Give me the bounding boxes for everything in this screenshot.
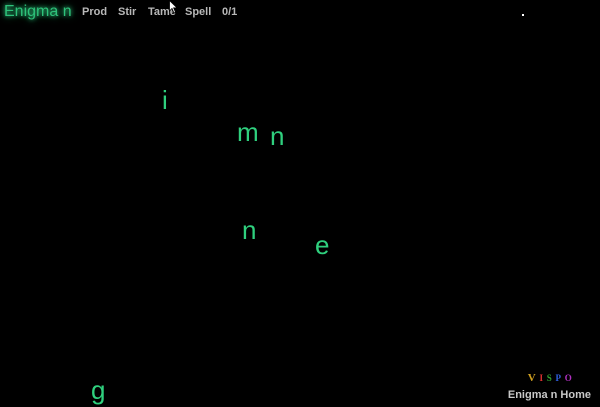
floating-letter-m[interactable]: m bbox=[237, 119, 259, 145]
menu-spell[interactable]: Spell bbox=[185, 6, 211, 18]
floating-letter-n[interactable]: n bbox=[242, 217, 256, 243]
vispo-logo: V I S P O bbox=[510, 372, 590, 384]
vispo-logo-letter: V bbox=[527, 372, 537, 384]
game-logo: Enigma n bbox=[4, 3, 72, 20]
floating-letter-g[interactable]: g bbox=[91, 377, 105, 403]
floating-letter-i[interactable]: i bbox=[162, 87, 168, 113]
vispo-logo-letter: O bbox=[564, 373, 573, 383]
star-dot bbox=[522, 14, 524, 16]
game-stage[interactable]: Enigma n Prod Stir Tame Spell 0/1 i m n … bbox=[0, 0, 600, 407]
progress-counter: 0/1 bbox=[222, 6, 238, 18]
mouse-cursor-icon bbox=[169, 0, 178, 14]
floating-letter-e[interactable]: e bbox=[315, 232, 329, 258]
vispo-logo-letter: P bbox=[555, 373, 562, 383]
menu-prod[interactable]: Prod bbox=[82, 6, 107, 18]
home-link[interactable]: Enigma n Home bbox=[508, 389, 591, 401]
floating-letter-n[interactable]: n bbox=[270, 123, 284, 149]
vispo-logo-letter: S bbox=[546, 373, 553, 383]
menu-stir[interactable]: Stir bbox=[118, 6, 136, 18]
vispo-logo-letter: I bbox=[539, 373, 544, 383]
